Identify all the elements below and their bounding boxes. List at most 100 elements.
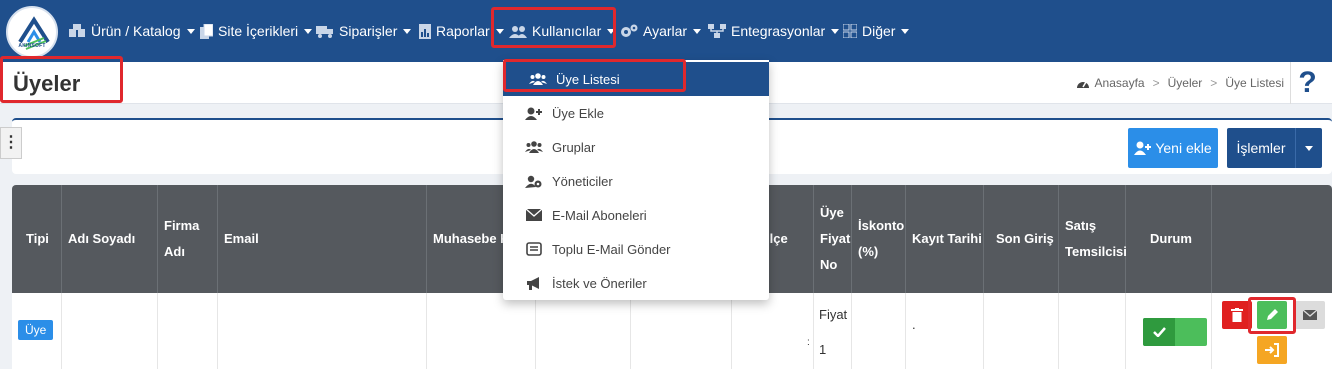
nav-ayarlar[interactable]: Ayarlar xyxy=(620,19,702,43)
nav-kullanicilar[interactable]: Kullanıcılar xyxy=(509,19,616,43)
menu-item-toplu-email[interactable]: Toplu E-Mail Gönder xyxy=(503,232,769,266)
caret-down-icon xyxy=(1305,145,1313,151)
cell-email xyxy=(218,293,427,369)
menu-item-label: Gruplar xyxy=(552,139,596,155)
status-toggle-knob xyxy=(1143,318,1175,346)
edit-button[interactable] xyxy=(1257,301,1287,329)
grid-icon xyxy=(843,24,857,38)
dashboard-icon xyxy=(1076,81,1089,88)
caret-down-icon xyxy=(495,28,504,34)
cell-son-giris xyxy=(984,293,1059,369)
nav-label: Raporlar xyxy=(436,23,490,39)
caret-down-icon xyxy=(403,28,412,34)
cell-ad-soyad xyxy=(62,293,158,369)
nav-label: Entegrasyonlar xyxy=(731,23,826,39)
column-header[interactable]: Email xyxy=(218,185,427,293)
nav-raporlar[interactable]: Raporlar xyxy=(419,19,504,43)
delete-button[interactable] xyxy=(1222,301,1252,329)
kayit-tarihi-text: . xyxy=(912,317,916,332)
sign-in-icon xyxy=(1265,343,1279,357)
caret-down-icon xyxy=(607,28,616,34)
cell-kayit-tarihi: . xyxy=(906,293,984,369)
status-toggle[interactable] xyxy=(1143,318,1207,346)
breadcrumb-home[interactable]: Anasayfa xyxy=(1095,76,1145,90)
menu-item-uye-ekle[interactable]: Üye Ekle xyxy=(503,96,769,130)
column-header[interactable]: Kayıt Tarihi xyxy=(906,185,984,293)
column-header[interactable]: Durum xyxy=(1126,185,1212,293)
new-button-label: Yeni ekle xyxy=(1155,140,1212,156)
user-plus-icon xyxy=(1134,141,1152,155)
breadcrumb-current: Üye Listesi xyxy=(1225,76,1284,90)
breadcrumb-uyeler[interactable]: Üyeler xyxy=(1168,76,1203,90)
nav-site-icerikleri[interactable]: Site İçerikleri xyxy=(200,19,313,43)
users-gear-icon xyxy=(525,175,542,188)
table-row[interactable]: Üye : Fiyat 1 . xyxy=(12,293,1332,369)
member-type-badge: Üye xyxy=(18,320,54,340)
help-button[interactable]: ? xyxy=(1290,62,1324,104)
cell-ilce-text: : xyxy=(807,337,810,348)
nav-label: Site İçerikleri xyxy=(218,23,299,39)
cell-firma xyxy=(158,293,218,369)
nav-label: Ürün / Katalog xyxy=(91,23,181,39)
nav-siparisler[interactable]: Siparişler xyxy=(316,19,412,43)
breadcrumb: Anasayfa > Üyeler > Üye Listesi xyxy=(1076,76,1284,90)
truck-icon xyxy=(316,26,333,38)
menu-item-uye-listesi[interactable]: Üye Listesi xyxy=(503,62,769,96)
sitemap-icon xyxy=(708,24,726,38)
new-button[interactable]: Yeni ekle xyxy=(1128,128,1218,168)
operations-button[interactable]: İşlemler xyxy=(1227,128,1295,168)
caret-down-icon xyxy=(186,28,195,34)
page-title: Üyeler xyxy=(13,71,81,96)
menu-item-email-aboneleri[interactable]: E-Mail Aboneleri xyxy=(503,198,769,232)
menu-item-yoneticiler[interactable]: Yöneticiler xyxy=(503,164,769,198)
menu-item-gruplar[interactable]: Gruplar xyxy=(503,130,769,164)
envelope-icon xyxy=(525,209,543,221)
mail-bulk-icon xyxy=(526,242,542,256)
login-as-user-button[interactable] xyxy=(1257,336,1287,364)
menu-item-label: E-Mail Aboneleri xyxy=(552,207,647,223)
cell-ilce: : xyxy=(732,293,814,369)
column-header[interactable]: Üye Fiyat No xyxy=(814,185,852,293)
logo-text: AKINSOFT xyxy=(18,43,46,49)
nav-entegrasyonlar[interactable]: Entegrasyonlar xyxy=(708,19,840,43)
menu-item-label: İstek ve Öneriler xyxy=(552,275,647,291)
caret-down-icon xyxy=(304,28,313,34)
cell-empty xyxy=(631,293,732,369)
user-plus-icon xyxy=(525,107,542,120)
column-header-label: Firma Adı xyxy=(164,218,200,259)
email-button[interactable] xyxy=(1295,301,1325,329)
envelope-icon xyxy=(1303,310,1317,320)
users-icon xyxy=(529,73,547,85)
copy-icon xyxy=(200,23,213,39)
users-icon xyxy=(509,25,527,38)
operations-dropdown-toggle[interactable] xyxy=(1295,128,1322,168)
column-header-label: Satış Temsilcisi xyxy=(1065,218,1127,259)
caret-down-icon xyxy=(693,28,702,34)
column-header[interactable]: Tipi xyxy=(12,185,62,293)
cell-tipi: Üye xyxy=(12,293,62,369)
column-header[interactable]: Firma Adı xyxy=(158,185,218,293)
breadcrumb-separator: > xyxy=(1210,76,1218,90)
column-header[interactable]: Son Giriş xyxy=(984,185,1059,293)
nav-diger[interactable]: Diğer xyxy=(843,19,910,43)
side-toggle-button[interactable]: ⋮ xyxy=(0,127,22,159)
column-header xyxy=(1212,185,1332,293)
menu-item-label: Üye Ekle xyxy=(552,105,605,121)
column-header-label: Üye Fiyat No xyxy=(820,205,851,272)
column-header[interactable]: Satış Temsilcisi xyxy=(1059,185,1127,293)
breadcrumb-separator: > xyxy=(1152,76,1160,90)
logo[interactable]: AKINSOFT xyxy=(6,6,58,58)
cubes-icon xyxy=(69,24,85,37)
column-header[interactable]: Adı Soyadı xyxy=(62,185,158,293)
column-header-label: İskonto (%) xyxy=(858,218,905,259)
cell-temsilci xyxy=(1059,293,1126,369)
menu-item-istek-oneriler[interactable]: İstek ve Öneriler xyxy=(503,266,769,300)
fiyat-no-line1: Fiyat xyxy=(819,307,848,322)
cell-iskonto xyxy=(852,293,906,369)
pencil-icon xyxy=(1267,309,1278,320)
cogs-icon xyxy=(621,24,638,37)
nav-urun-katalog[interactable]: Ürün / Katalog xyxy=(68,19,195,43)
column-header[interactable]: İskonto (%) xyxy=(852,185,906,293)
cell-empty xyxy=(536,293,631,369)
fiyat-no-line2: 1 xyxy=(819,342,827,357)
